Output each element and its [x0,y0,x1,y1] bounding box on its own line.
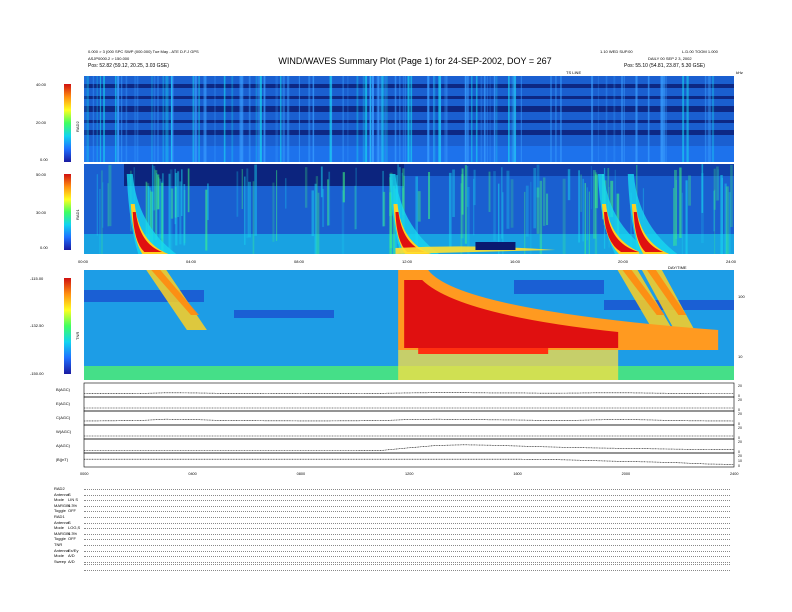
footer-key: Antenna [54,491,69,497]
footer-value: OFF [68,508,76,514]
line-panel-tick: 20 [738,426,742,430]
footer-rule [84,505,730,507]
line-x-tick: 1600 [513,472,521,476]
line-panel-label: A(AGC) [56,443,71,448]
line-series [83,418,735,422]
footer-key: RAD1 [54,514,65,519]
line-panel-tick: 20 [738,412,742,416]
line-panel-tick: 20 [738,398,742,402]
footer-key: TNR [54,542,63,547]
line-panel-frame [83,382,735,398]
footer-row: Toggle OFF [54,508,744,513]
footer-rule [84,556,730,558]
footer-rule [84,550,730,552]
line-panel-frame [83,424,735,440]
footer-row: MARGIN0.3% [54,503,744,508]
footer-row: Mode LIN S [54,497,744,502]
line-panel-label: E(AGC) [56,401,71,406]
line-panel-frame [83,452,735,468]
footer-value: A/D [68,558,75,564]
footer-key: Sweep [54,558,67,564]
footer-rule [84,511,730,513]
footer-rule [84,494,730,496]
footer-key: MARGIN [54,530,70,536]
footer-row: AntennaEx/Ey [54,548,744,553]
footer-value: S [68,519,71,525]
footer-value: OFF [68,536,76,542]
footer-rule [84,517,730,518]
footer-rule [84,564,730,566]
line-series [84,444,735,451]
line-x-tick: 0400 [188,472,196,476]
footer-row: Sweep A/D [54,559,744,564]
line-panel-label: W(AGC) [56,429,72,434]
footer-rule [84,489,730,490]
line-series [83,392,734,394]
footer-key: Mode [54,497,65,503]
line-x-tick: 2400 [730,472,738,476]
footer-rule [84,522,730,524]
line-x-tick: 0000 [80,472,88,476]
footer-value: S [68,491,71,497]
line-panel-tick: 20 [738,384,742,388]
line-panel-label: B(AGC) [56,387,71,392]
line-x-tick: 0800 [297,472,305,476]
footer-rule [84,561,730,563]
line-panel-label: |B|(nT) [56,457,69,462]
footer-row: AntennaS [54,492,744,497]
footer-row: Toggle OFF [54,536,744,541]
footer-key: Toggle [54,508,66,514]
line-panel-tick: 10 [738,459,742,463]
line-panel-frame [83,438,735,454]
footer-row: RAD2 [54,486,744,491]
line-panel-tick: 20 [738,440,742,444]
footer-value: 0.3% [68,502,78,508]
footer-row: MARGIN0.3% [54,531,744,536]
footer-rule [84,570,730,571]
footer-value: A/D [68,553,75,559]
footer-key: Antenna [54,519,69,525]
footer-value: LOG,S [68,525,81,531]
footer-rule [84,539,730,541]
line-x-tick: 2000 [622,472,630,476]
footer-rule [84,500,730,502]
footer-key: Mode [54,525,65,531]
footer-row: Mode LOG,S [54,525,744,530]
footer-rule [84,545,730,546]
line-panel-tick: 0 [738,464,740,468]
footer-value: 0.3% [68,530,78,536]
footer-value: LIN S [68,497,79,503]
footer-row: Mode A/D [54,553,744,558]
footer-rule [84,533,730,535]
footer-key: Antenna [54,547,69,553]
footer-key: RAD2 [54,486,65,491]
line-panel-tick: 20 [738,454,742,458]
footer-value: Ex/Ey [68,547,79,553]
line-series [84,458,735,465]
footer-key: Toggle [54,536,66,542]
footer-row: RAD1 [54,514,744,519]
line-x-tick: 1200 [405,472,413,476]
line-panel-label: C(AGC) [56,415,71,420]
footer-row: AntennaS [54,520,744,525]
footer-rule [84,528,730,530]
footer-key: Mode [54,553,65,559]
line-panel-frame [83,396,735,412]
line-panel-frame [83,410,735,426]
footer-key: MARGIN [54,502,70,508]
footer-row: TNR [54,542,744,547]
